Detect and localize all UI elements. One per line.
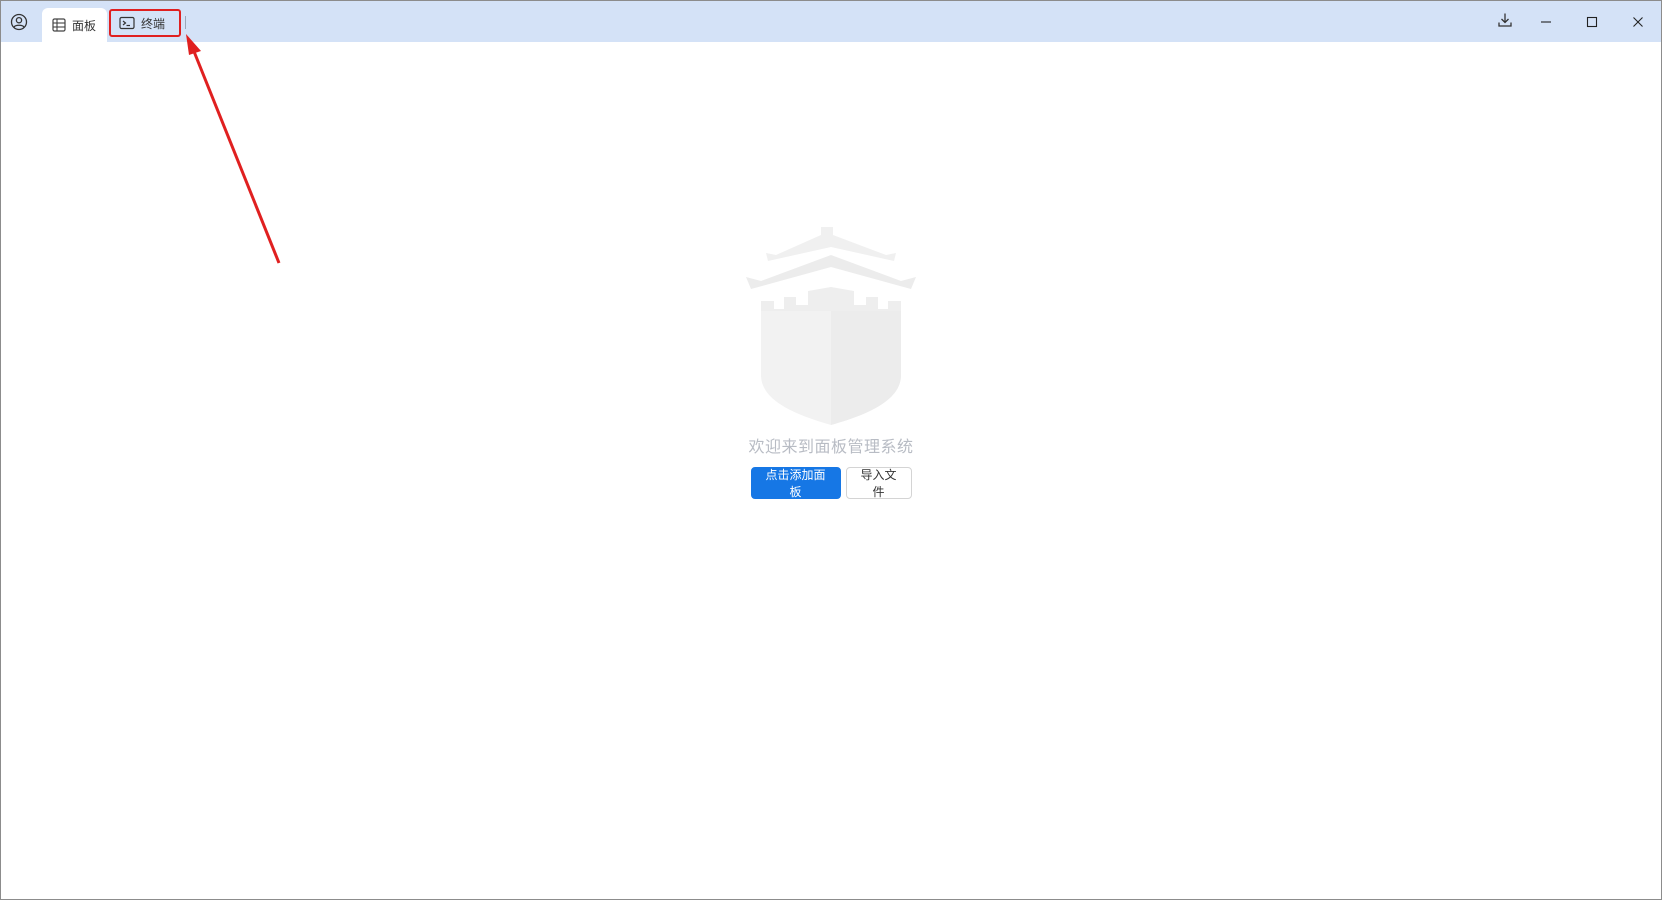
tab-divider xyxy=(185,16,186,29)
tab-panel[interactable]: 面板 xyxy=(42,8,107,42)
highlight-box xyxy=(109,9,181,37)
import-file-button[interactable]: 导入文件 xyxy=(845,467,912,499)
add-panel-button[interactable]: 点击添加面板 xyxy=(750,467,841,499)
maximize-button[interactable] xyxy=(1569,1,1615,42)
minimize-icon xyxy=(1541,20,1551,23)
maximize-icon xyxy=(1586,16,1598,27)
download-icon xyxy=(1498,13,1512,27)
action-buttons: 点击添加面板 导入文件 xyxy=(750,467,912,499)
window-controls xyxy=(1523,1,1661,42)
app-window: 面板 终端 欢迎来到面板管理系统 点击添加面板 导入文件 xyxy=(0,0,1662,900)
user-icon xyxy=(10,13,28,31)
empty-state: 欢迎来到面板管理系统 点击添加面板 导入文件 xyxy=(1,225,1661,499)
minimize-button[interactable] xyxy=(1523,1,1569,42)
table-icon xyxy=(52,18,66,32)
welcome-text: 欢迎来到面板管理系统 xyxy=(748,437,914,456)
tab-terminal[interactable]: 终端 xyxy=(109,9,181,37)
main-content: 欢迎来到面板管理系统 点击添加面板 导入文件 xyxy=(1,42,1661,900)
close-button[interactable] xyxy=(1615,1,1661,42)
castle-logo-icon xyxy=(746,227,916,425)
title-bar: 面板 终端 xyxy=(1,1,1661,42)
download-button[interactable] xyxy=(1491,7,1519,33)
tab-panel-label: 面板 xyxy=(72,18,97,33)
close-icon xyxy=(1633,16,1643,27)
user-avatar-button[interactable] xyxy=(7,11,31,33)
